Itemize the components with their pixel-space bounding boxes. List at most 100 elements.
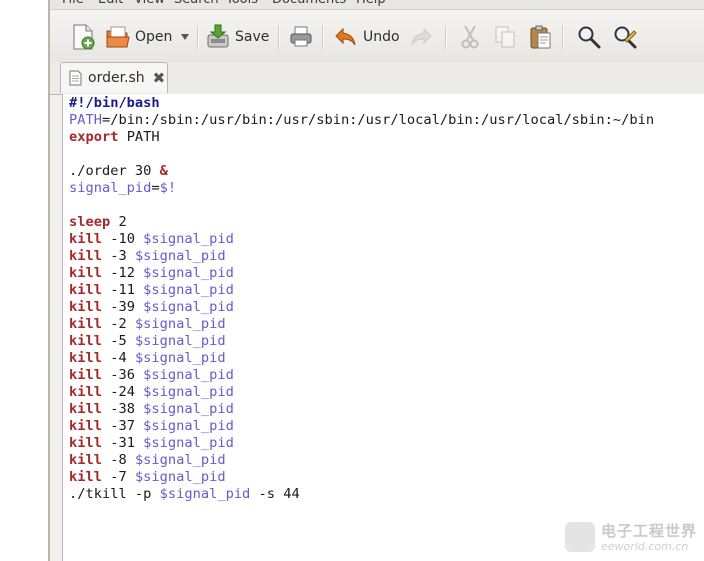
toolbar-separator [562, 26, 563, 50]
toolbar-separator [445, 26, 446, 50]
save-button[interactable]: Save [205, 22, 269, 52]
code-line[interactable]: sleep 2 [69, 214, 654, 231]
code-line[interactable]: kill -3 $signal_pid [69, 248, 654, 265]
code-line[interactable]: PATH=/bin:/sbin:/usr/bin:/usr/sbin:/usr/… [69, 112, 654, 129]
code-line[interactable]: ./order 30 & [69, 163, 654, 180]
code-line[interactable]: ./tkill -p $signal_pid -s 44 [69, 486, 654, 503]
open-button[interactable]: Open [105, 22, 172, 52]
code-token: -24 [101, 384, 144, 400]
new-document-icon [73, 24, 95, 50]
find-replace-icon [614, 26, 637, 49]
code-token: -38 [101, 401, 144, 417]
find-button[interactable] [576, 22, 602, 52]
menu-help[interactable]: Help [356, 0, 386, 9]
menu-documents[interactable]: Documents [272, 0, 346, 9]
code-line[interactable]: kill -31 $signal_pid [69, 435, 654, 452]
code-token: $signal_pid [143, 299, 234, 315]
menu-tools[interactable]: Tools [226, 0, 258, 9]
menubar: File Edit View Search Tools Documents He… [50, 0, 704, 10]
code-line[interactable]: kill -8 $signal_pid [69, 452, 654, 469]
code-line[interactable] [69, 146, 654, 163]
code-token: kill [69, 333, 102, 349]
code-token: & [159, 163, 168, 179]
code-line[interactable]: kill -37 $signal_pid [69, 418, 654, 435]
watermark-chinese-text: 电子工程世界 [601, 522, 698, 540]
code-line[interactable]: kill -36 $signal_pid [69, 367, 654, 384]
open-recent-dropdown[interactable] [180, 22, 190, 52]
code-line[interactable]: export PATH [69, 129, 654, 146]
menu-file[interactable]: File [62, 0, 84, 9]
save-button-label: Save [235, 29, 270, 45]
code-line[interactable]: kill -24 $signal_pid [69, 384, 654, 401]
code-token: $signal_pid [143, 435, 234, 451]
new-button[interactable] [70, 22, 96, 52]
code-token: 2 [110, 214, 127, 230]
paste-button[interactable] [527, 22, 553, 52]
toolbar-separator [278, 26, 279, 50]
code-token: $! [159, 180, 177, 196]
copy-icon [495, 26, 515, 48]
toolbar: Open Save Undo [50, 10, 704, 62]
copy-button[interactable] [492, 22, 518, 52]
code-line[interactable]: kill -10 $signal_pid [69, 231, 654, 248]
watermark-logo-icon [565, 522, 595, 552]
code-line[interactable]: signal_pid=$! [69, 180, 654, 197]
code-token: $signal_pid [143, 265, 234, 281]
code-token: -36 [101, 367, 144, 383]
scissors-icon [461, 25, 479, 49]
redo-arrow-icon [411, 27, 432, 46]
code-token: kill [69, 316, 102, 332]
code-token: $signal_pid [143, 418, 234, 434]
code-line[interactable]: kill -4 $signal_pid [69, 350, 654, 367]
code-token: -12 [101, 265, 144, 281]
code-line[interactable]: kill -38 $signal_pid [69, 401, 654, 418]
code-token: kill [69, 418, 102, 434]
print-button[interactable] [288, 22, 314, 52]
search-icon [578, 26, 601, 49]
desktop-left-strip [0, 0, 48, 561]
code-token: -11 [101, 282, 144, 298]
text-document-icon [69, 70, 82, 86]
menu-search[interactable]: Search [174, 0, 219, 9]
code-token: kill [69, 452, 102, 468]
code-view[interactable]: #!/bin/bash PATH=/bin:/sbin:/usr/bin:/usr… [69, 95, 654, 503]
code-token: $signal_pid [143, 231, 234, 247]
redo-button[interactable] [408, 22, 434, 52]
code-token: $signal_pid [143, 384, 234, 400]
tab-order-sh[interactable]: order.sh ✖ [60, 62, 168, 93]
code-line[interactable]: kill -2 $signal_pid [69, 316, 654, 333]
code-token: signal_pid [69, 180, 152, 196]
code-token: kill [69, 299, 102, 315]
menu-view[interactable]: View [134, 0, 165, 9]
code-line[interactable]: kill -11 $signal_pid [69, 282, 654, 299]
code-token: -39 [101, 299, 144, 315]
code-token: $signal_pid [143, 401, 234, 417]
code-line[interactable]: kill -5 $signal_pid [69, 333, 654, 350]
find-replace-button[interactable] [612, 22, 638, 52]
toolbar-separator [322, 26, 323, 50]
code-line[interactable]: kill -7 $signal_pid [69, 469, 654, 486]
code-line[interactable] [69, 197, 654, 214]
code-line[interactable]: #!/bin/bash [69, 95, 654, 112]
code-token: PATH [118, 129, 160, 145]
document-tab-bar: order.sh ✖ [50, 62, 704, 95]
close-tab-icon[interactable]: ✖ [153, 69, 166, 87]
code-token: kill [69, 231, 102, 247]
menu-edit[interactable]: Edit [98, 0, 123, 9]
code-line[interactable]: kill -12 $signal_pid [69, 265, 654, 282]
code-token: -4 [101, 350, 135, 366]
code-token: = [151, 180, 160, 196]
code-token: kill [69, 265, 102, 281]
code-token: $signal_pid [134, 316, 226, 332]
code-token: $signal_pid [134, 333, 226, 349]
gedit-window: File Edit View Search Tools Documents He… [50, 0, 704, 561]
code-line[interactable]: kill -39 $signal_pid [69, 299, 654, 316]
text-editor[interactable]: #!/bin/bash PATH=/bin:/sbin:/usr/bin:/usr… [62, 94, 704, 561]
code-token: kill [69, 469, 102, 485]
code-token: ./order 30 [69, 163, 160, 179]
code-token: -3 [101, 248, 135, 264]
undo-button[interactable]: Undo [333, 22, 400, 52]
cut-button[interactable] [457, 22, 483, 52]
code-token: kill [69, 282, 102, 298]
code-token: $signal_pid [159, 486, 251, 502]
